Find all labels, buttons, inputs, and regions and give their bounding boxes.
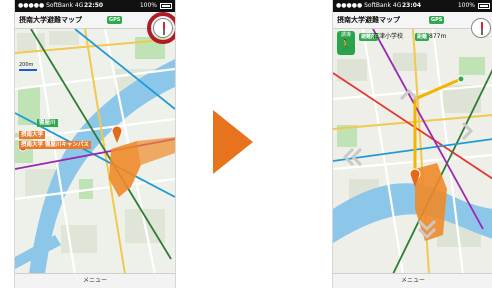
shelter-name: 石津小学校 (373, 33, 404, 40)
phone-screen-after: ●●●●● SoftBank 4G 23:04 100% 摂南大学避難マップ G… (333, 0, 492, 288)
map-view[interactable]: 200m 寝屋川 摂南大学 摂南大学 寝屋川キャンパス (15, 29, 175, 274)
gps-badge[interactable]: GPS (429, 16, 445, 24)
phone-screen-before: ●●●●● SoftBank 4G 22:50 100% 摂南大学避難マップ G… (15, 0, 175, 288)
campus-label: 摂南大学 寝屋川キャンパス (19, 141, 91, 149)
status-bar: ●●●●● SoftBank 4G 23:04 100% (333, 0, 492, 12)
compass-needle-tail (481, 29, 483, 35)
clock: 23:04 (402, 2, 422, 9)
evacuation-guide-button[interactable]: 誘導 🚶 (337, 31, 355, 55)
app-title: 摂南大学避難マップ (19, 16, 82, 24)
battery-icon (478, 3, 490, 9)
map-view[interactable] (333, 29, 492, 274)
compass-highlight-ring (147, 12, 175, 44)
battery-icon (160, 3, 172, 9)
scale-bar (19, 69, 37, 71)
gps-badge[interactable]: GPS (107, 16, 123, 24)
status-bar: ●●●●● SoftBank 4G 22:50 100% (15, 0, 175, 12)
battery-percent: 100% (457, 2, 475, 9)
map-canvas[interactable] (333, 29, 492, 274)
clock: 22:50 (84, 2, 104, 9)
app-header: 摂南大学避難マップ GPS (333, 12, 492, 29)
compass-button[interactable] (471, 18, 491, 38)
campus-label-top: 摂南大学 (19, 131, 46, 139)
menu-button[interactable]: メニュー (333, 273, 492, 288)
distance-tag: 距離 (415, 33, 430, 41)
carrier-label: ●●●●● SoftBank 4G (336, 2, 402, 9)
map-canvas[interactable] (15, 29, 175, 274)
app-title: 摂南大学避難マップ (337, 16, 400, 24)
distance-value: 877m (429, 33, 447, 40)
carrier-label: ●●●●● SoftBank 4G (18, 2, 84, 9)
transition-arrow-icon (213, 110, 253, 174)
menu-button[interactable]: メニュー (15, 273, 175, 288)
station-label: 寝屋川 (37, 119, 58, 127)
walking-person-icon: 🚶 (340, 40, 352, 50)
battery-percent: 100% (139, 2, 157, 9)
compass-needle-icon (481, 22, 483, 29)
guide-button-label: 誘導 (340, 32, 351, 38)
scale-label: 200m (19, 62, 34, 68)
